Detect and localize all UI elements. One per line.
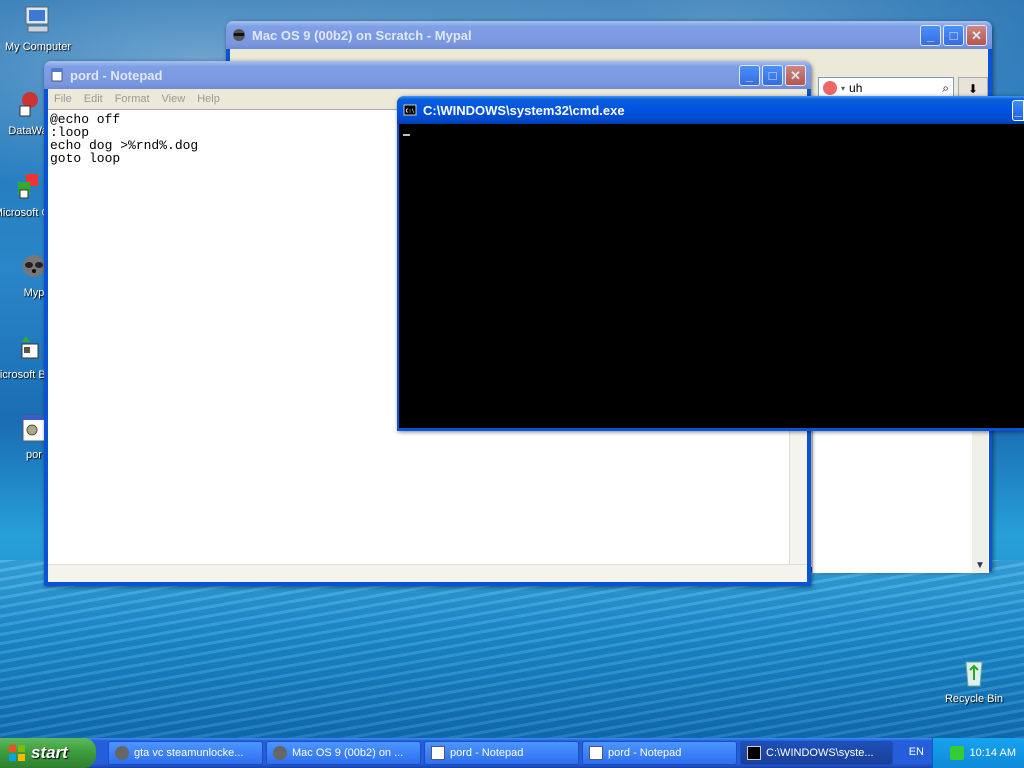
desktop-wallpaper-sea [0, 560, 1024, 738]
menu-help[interactable]: Help [191, 93, 226, 105]
recycle-bin-icon [965, 661, 983, 687]
cmd-titlebar[interactable]: C:\ C:\WINDOWS\system32\cmd.exe _ [397, 96, 1024, 124]
cmd-window[interactable]: C:\ C:\WINDOWS\system32\cmd.exe _ [397, 96, 1024, 431]
computer-icon [25, 6, 49, 33]
taskbar-item-label: pord - Notepad [450, 747, 524, 759]
text-cursor [403, 134, 410, 136]
desktop-icon-recycle-bin[interactable]: Recycle Bin [936, 656, 1012, 705]
raccoon-icon [115, 746, 129, 760]
clock[interactable]: 10:14 AM [970, 747, 1016, 759]
minimize-button[interactable]: _ [739, 65, 760, 86]
svg-text:C:\: C:\ [406, 109, 415, 115]
language-indicator[interactable]: EN [909, 746, 924, 758]
taskbar: start gta vc steamunlocke... Mac OS 9 (0… [0, 738, 1024, 768]
taskbar-item-cmd[interactable]: C:\WINDOWS\syste... [740, 741, 893, 765]
chevron-down-icon[interactable]: ▼ [975, 560, 985, 571]
download-arrow-icon: ⬇ [967, 82, 979, 96]
notepad-icon [51, 68, 63, 82]
cmd-console[interactable] [399, 124, 1024, 428]
menu-edit[interactable]: Edit [78, 93, 109, 105]
desktop-icon-label: Recycle Bin [944, 693, 1004, 705]
taskbar-item-label: C:\WINDOWS\syste... [766, 747, 874, 759]
search-icon[interactable]: ⌕ [942, 81, 949, 96]
minimize-button[interactable]: _ [920, 25, 941, 46]
windows-logo-icon [9, 745, 25, 761]
notepad-title: pord - Notepad [70, 67, 163, 83]
taskbar-item-label: pord - Notepad [608, 747, 682, 759]
start-button[interactable]: start [0, 738, 96, 768]
taskbar-item-notepad-2[interactable]: pord - Notepad [582, 741, 737, 765]
chevron-down-icon: ▾ [841, 83, 846, 93]
console-icon [747, 746, 761, 760]
maximize-button[interactable]: □ [762, 65, 783, 86]
taskbar-item-label: Mac OS 9 (00b2) on ... [292, 747, 404, 759]
search-input[interactable]: uh [849, 81, 942, 95]
network-icon[interactable] [949, 746, 964, 760]
menu-view[interactable]: View [156, 93, 192, 105]
close-button[interactable]: ✕ [966, 25, 987, 46]
desktop-icon-my-computer[interactable]: My Computer [0, 4, 76, 53]
desktop-icon-label: My Computer [4, 41, 72, 53]
mypal-titlebar[interactable]: Mac OS 9 (00b2) on Scratch - Mypal _ □ ✕ [226, 21, 992, 49]
menu-file[interactable]: File [48, 93, 78, 105]
raccoon-icon [233, 29, 245, 41]
notepad-icon [431, 746, 445, 760]
system-tray: 10:14 AM [932, 738, 1024, 768]
mypal-title: Mac OS 9 (00b2) on Scratch - Mypal [252, 27, 472, 43]
app-icon [21, 336, 39, 359]
minimize-button[interactable]: _ [1012, 100, 1024, 121]
taskbar-item-label: gta vc steamunlocke... [134, 747, 244, 759]
search-engine-icon [823, 81, 837, 95]
start-label: start [31, 743, 68, 762]
notepad-icon [589, 746, 603, 760]
taskbar-item-gta[interactable]: gta vc steamunlocke... [108, 741, 263, 765]
close-button[interactable]: ✕ [785, 65, 806, 86]
raccoon-icon [273, 746, 287, 760]
maximize-button[interactable]: □ [943, 25, 964, 46]
taskbar-item-notepad-1[interactable]: pord - Notepad [424, 741, 579, 765]
cmd-title: C:\WINDOWS\system32\cmd.exe [423, 102, 625, 118]
taskbar-item-mypal[interactable]: Mac OS 9 (00b2) on ... [266, 741, 421, 765]
app-icon [18, 174, 38, 199]
console-icon: C:\ [403, 104, 417, 116]
app-icon [19, 92, 38, 117]
notepad-horizontal-scrollbar[interactable] [48, 564, 807, 582]
menu-format[interactable]: Format [109, 93, 156, 105]
notepad-titlebar[interactable]: pord - Notepad _ □ ✕ [44, 61, 811, 89]
